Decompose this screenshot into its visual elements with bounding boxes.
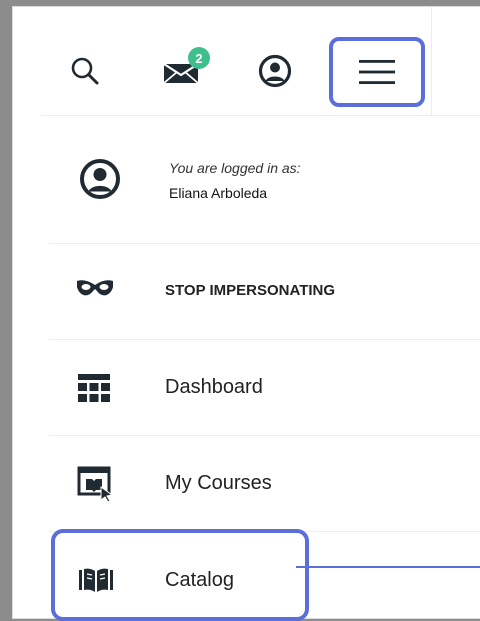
- logged-in-username: Eliana Arboleda: [169, 185, 268, 201]
- navigation-panel: 2 You are logged in as: Eliana Arboleda: [12, 6, 480, 621]
- mask-icon: [77, 280, 113, 296]
- search-icon: [71, 57, 99, 85]
- menu-button-highlight: [329, 37, 425, 107]
- menu-item-label: STOP IMPERSONATING: [165, 282, 336, 299]
- search-button[interactable]: [65, 51, 105, 91]
- profile-button[interactable]: [255, 51, 295, 91]
- callout-line: [296, 566, 480, 568]
- menu-item-label: Dashboard: [165, 376, 263, 398]
- menu-item-label: My Courses: [165, 472, 272, 494]
- user-circle-icon: [258, 54, 292, 88]
- unread-badge: 2: [188, 47, 210, 69]
- grid-icon: [78, 374, 110, 402]
- header-side-area: [431, 7, 480, 116]
- menu-item-stop-impersonating[interactable]: STOP IMPERSONATING: [49, 243, 480, 340]
- course-window-icon: [77, 466, 114, 503]
- messages-button[interactable]: 2: [159, 47, 210, 91]
- catalog-highlight: [51, 529, 309, 621]
- menu-item-dashboard[interactable]: Dashboard: [49, 339, 480, 436]
- user-circle-icon: [80, 159, 120, 199]
- menu-item-my-courses[interactable]: My Courses: [49, 435, 480, 532]
- logged-in-user: [49, 115, 480, 244]
- logged-in-caption: You are logged in as:: [169, 160, 301, 176]
